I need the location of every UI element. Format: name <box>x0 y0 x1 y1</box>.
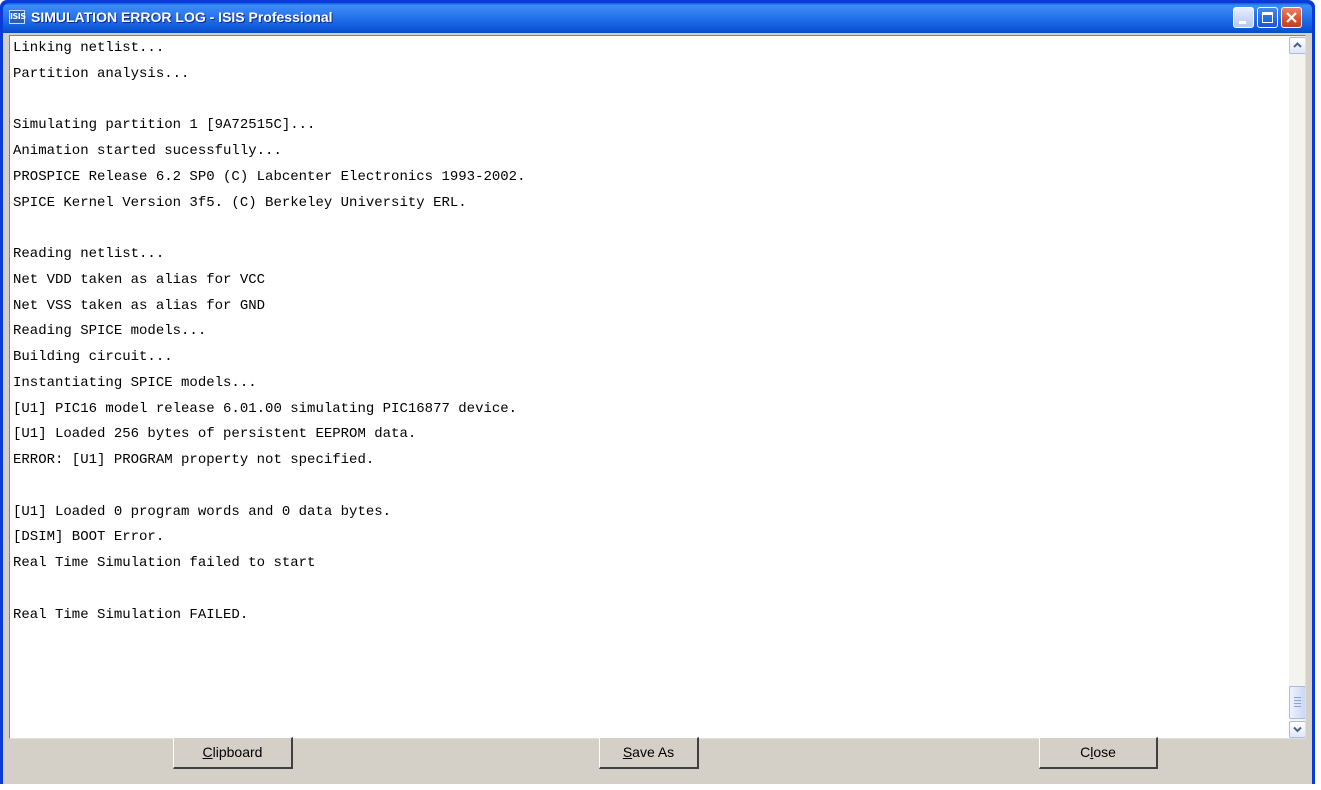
log-line: [DSIM] BOOT Error. <box>13 529 165 546</box>
log-line: Simulating partition 1 [9A72515C]... <box>13 117 316 134</box>
log-line: Linking netlist... <box>13 40 165 56</box>
close-label-start: C <box>1080 744 1091 760</box>
log-line: SPICE Kernel Version 3f5. (C) Berkeley U… <box>13 194 467 211</box>
log-text-area[interactable]: Linking netlist... Partition analysis... S… <box>9 35 1306 739</box>
scroll-thumb[interactable] <box>1289 686 1305 719</box>
log-line: ERROR: [U1] PROGRAM property not specifi… <box>13 452 375 468</box>
log-line: Reading netlist... <box>13 246 165 262</box>
vertical-scrollbar[interactable] <box>1289 36 1305 738</box>
log-line: [U1] Loaded 256 bytes of persistent EEPR… <box>13 426 417 443</box>
save-as-mnemonic: S <box>622 744 633 760</box>
log-line: Animation started sucessfully... <box>13 143 282 159</box>
log-line: Net VSS taken as alias for GND <box>13 297 266 314</box>
log-line: [U1] PIC16 model release 6.01.00 simulat… <box>13 400 518 417</box>
grip-line-icon <box>1294 700 1301 701</box>
log-line: Reading SPICE models... <box>13 323 207 340</box>
grip-line-icon <box>1294 703 1301 704</box>
title-close-button[interactable] <box>1281 7 1302 28</box>
close-icon <box>1286 12 1297 23</box>
clipboard-mnemonic: C <box>202 744 213 760</box>
clipboard-button[interactable]: Clipboard <box>173 737 293 769</box>
save-as-label: ave As <box>632 744 675 760</box>
close-button[interactable]: Close <box>1039 737 1158 769</box>
title-bar[interactable]: ISIS SIMULATION ERROR LOG - ISIS Profess… <box>3 3 1312 33</box>
log-line: PROSPICE Release 6.2 SP0 (C) Labcenter E… <box>13 168 526 185</box>
grip-line-icon <box>1294 706 1301 707</box>
save-as-button[interactable]: Save As <box>599 737 699 769</box>
chevron-up-icon <box>1293 42 1302 48</box>
log-line: Real Time Simulation FAILED. <box>13 606 249 623</box>
log-line: Instantiating SPICE models... <box>13 374 257 391</box>
log-text: Linking netlist... Partition analysis... S… <box>13 36 1283 628</box>
log-line: Partition analysis... <box>13 65 190 82</box>
clipboard-label: lipboard <box>212 744 263 760</box>
window-client-area: Linking netlist... Partition analysis... S… <box>3 33 1312 784</box>
window-title: SIMULATION ERROR LOG - ISIS Professional <box>31 9 333 25</box>
isis-app-icon[interactable]: ISIS <box>9 10 26 24</box>
scroll-up-button[interactable] <box>1289 37 1305 54</box>
chevron-down-icon <box>1293 726 1302 733</box>
log-line: Real Time Simulation failed to start <box>13 555 316 571</box>
log-line: Net VDD taken as alias for VCC <box>13 271 266 288</box>
minimize-button[interactable] <box>1233 7 1254 28</box>
error-log-window: ISIS SIMULATION ERROR LOG - ISIS Profess… <box>0 0 1315 784</box>
grip-line-icon <box>1294 697 1301 698</box>
scroll-down-button[interactable] <box>1289 721 1305 738</box>
close-label-rest: ose <box>1093 744 1116 760</box>
minimize-icon <box>1239 21 1246 24</box>
maximize-icon <box>1262 12 1273 23</box>
maximize-button[interactable] <box>1257 7 1278 28</box>
log-line: Building circuit... <box>13 349 173 365</box>
log-line: [U1] Loaded 0 program words and 0 data b… <box>13 503 392 520</box>
